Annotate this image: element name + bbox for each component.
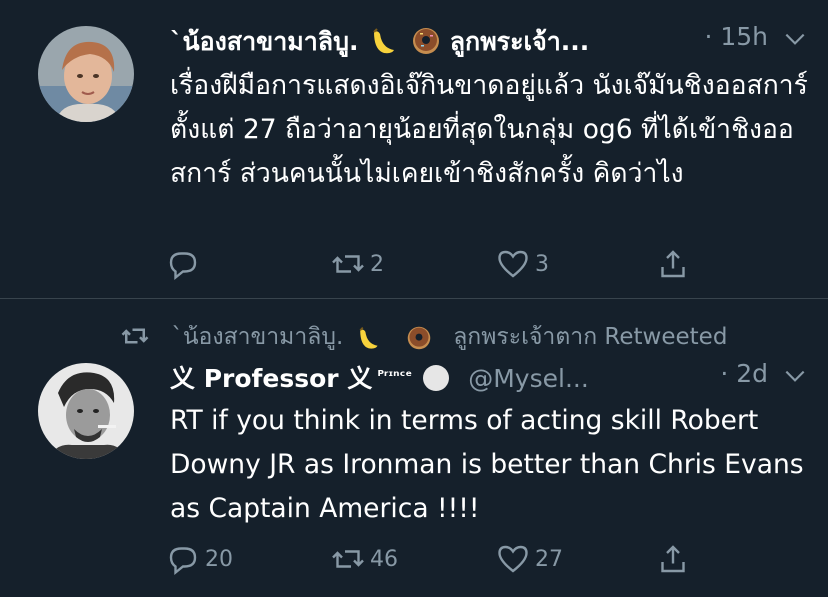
like-button[interactable]: 3 [495,244,549,284]
avatar-image [38,363,134,459]
reply-button[interactable] [165,244,205,284]
tweet[interactable]: `น้องสาขามาลิบู. ลูกพระเจ้าตาก Retweeted… [0,299,828,597]
like-count: 3 [535,251,549,277]
avatar[interactable] [38,363,134,459]
share-button[interactable] [655,244,691,284]
donut-emoji [412,28,439,54]
retweeter-name[interactable]: `น้องสาขามาลิบู. [171,324,343,350]
separator-dot: · [720,359,729,388]
like-icon [498,250,528,278]
display-name-suffix: ลูกพระเจ้า... [449,27,590,56]
timestamp[interactable]: 2d [736,359,768,388]
tweet-actions: 20 46 27 [165,539,725,579]
banana-emoji [359,326,378,349]
avatar-image [38,26,134,122]
share-button[interactable] [655,539,691,579]
reply-icon [169,252,197,280]
caret-down-icon[interactable] [782,26,808,52]
tweet-header: `น้องสาขามาลิบู. ลูกพระเจ้า... · 15h [170,22,808,58]
tweet[interactable]: `น้องสาขามาลิบู. ลูกพระเจ้า... · 15h เรื… [0,0,828,298]
user-handle[interactable]: @Mysel... [468,364,589,393]
like-button[interactable]: 27 [495,539,563,579]
tweet-header: 义 Professor 义 ᴾʳᶦⁿᶜᵉ @Mysel... · 2d [170,359,808,395]
tweet-text: เรื่องฝีมือการแสดงอิเจ๊กินขาดอยู่แล้ว นั… [170,70,808,189]
retweet-button[interactable]: 2 [330,244,384,284]
reply-count: 20 [205,546,233,572]
retweet-context: `น้องสาขามาลิบู. ลูกพระเจ้าตาก Retweeted [120,319,727,355]
retweet-count: 2 [370,251,384,277]
timestamp[interactable]: 15h [720,22,768,51]
tweet-meta: · 15h [704,22,768,51]
tweet-text: RT if you think in terms of acting skill… [170,405,804,524]
retweet-count: 46 [370,546,398,572]
donut-emoji [407,326,431,350]
retweet-icon [332,255,364,273]
share-icon [661,545,685,573]
share-icon [661,250,685,278]
retweet-icon [121,328,149,344]
circle-emoji [423,365,450,391]
display-name-superscript: ᴾʳᶦⁿᶜᵉ [377,368,413,385]
display-name[interactable]: `น้องสาขามาลิบู. [170,27,358,56]
display-name[interactable]: 义 Professor 义 [170,364,372,393]
banana-emoji [372,28,394,54]
retweeted-label: ลูกพระเจ้าตาก Retweeted [453,324,728,350]
reply-icon [169,547,197,575]
reply-button[interactable]: 20 [165,539,233,579]
caret-down-icon[interactable] [782,363,808,389]
like-count: 27 [535,546,563,572]
avatar[interactable] [38,26,134,122]
tweet-actions: 2 3 [165,244,725,284]
tweet-meta: · 2d [720,359,768,388]
retweet-icon [332,550,364,568]
separator-dot: · [704,22,713,51]
like-icon [498,545,528,573]
retweet-button[interactable]: 46 [330,539,398,579]
